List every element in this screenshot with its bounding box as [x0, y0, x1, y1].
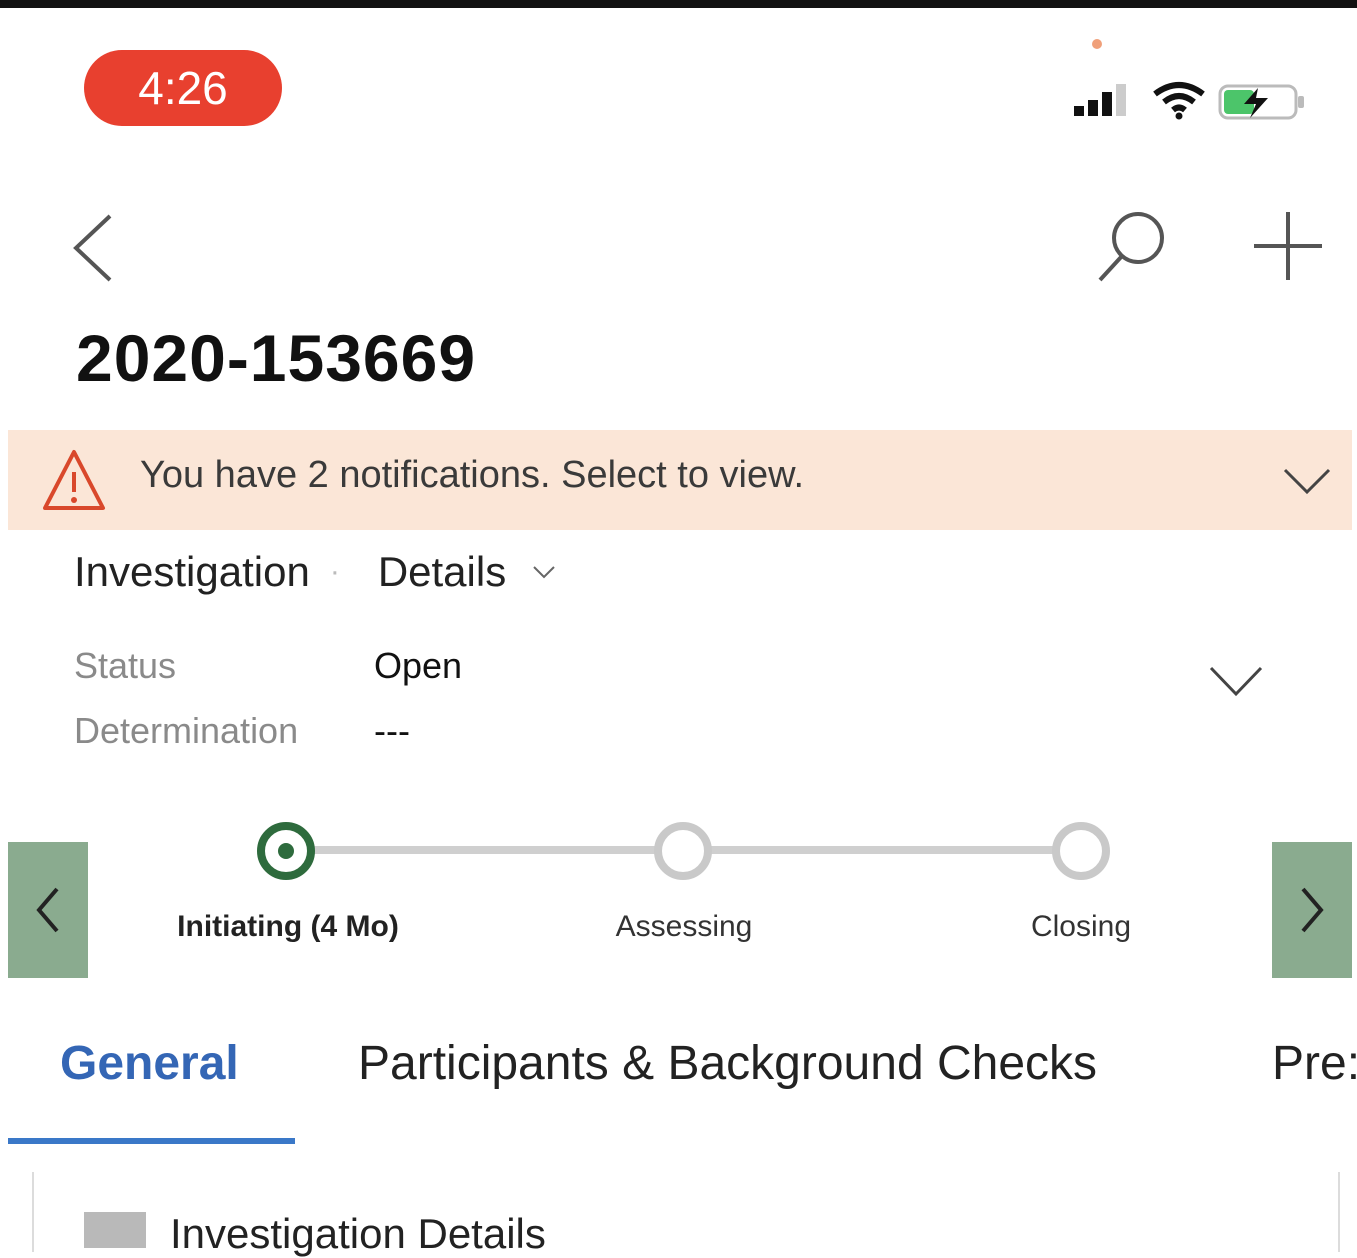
status-time: 4:26: [84, 50, 282, 126]
form-tabs: General Participants & Background Checks…: [8, 1030, 1357, 1150]
section-title: Investigation Details: [170, 1210, 546, 1257]
device-top-edge: [0, 0, 1357, 8]
header-fields-expand-chevron-icon[interactable]: [1208, 664, 1264, 698]
privacy-indicator-dot: [1092, 39, 1102, 49]
tab-participants-background-checks[interactable]: Participants & Background Checks: [358, 1036, 1097, 1091]
stage-initiating-indicator[interactable]: [257, 822, 315, 880]
cellular-signal-icon: [1074, 84, 1126, 116]
notification-text: You have 2 notifications. Select to view…: [140, 454, 805, 496]
chevron-right-icon: [1301, 887, 1324, 933]
back-chevron-icon[interactable]: [66, 210, 122, 286]
stage-closing-label[interactable]: Closing: [1031, 910, 1131, 944]
section-icon: [84, 1212, 146, 1248]
tab-general[interactable]: General: [60, 1036, 239, 1091]
determination-label: Determination: [74, 710, 299, 751]
warning-icon: [43, 450, 105, 510]
command-bar: [0, 190, 1357, 300]
wifi-icon: [1153, 82, 1205, 120]
business-process-flow: Initiating (4 Mo) Assessing Closing: [8, 822, 1352, 978]
status-value: Open: [374, 645, 463, 686]
record-title: 2020-153669: [76, 321, 477, 395]
chevron-down-icon[interactable]: [1282, 466, 1332, 496]
active-tab-indicator: [8, 1138, 295, 1144]
section-card: Investigation Details: [32, 1172, 1340, 1257]
determination-value: ---: [374, 710, 410, 751]
status-label: Status: [74, 645, 177, 686]
process-previous-button[interactable]: [8, 842, 88, 978]
battery-charging-icon: [1218, 84, 1304, 120]
entity-name: Investigation: [74, 548, 310, 595]
separator-dot: ·: [329, 555, 340, 588]
form-header: Investigation · Details: [74, 548, 556, 596]
stage-closing-indicator[interactable]: [1052, 822, 1110, 880]
chevron-left-icon: [36, 887, 59, 933]
form-selector-chevron-icon[interactable]: [532, 564, 556, 580]
new-record-plus-icon[interactable]: [1250, 208, 1326, 284]
stage-assessing-label[interactable]: Assessing: [616, 910, 753, 944]
process-next-button[interactable]: [1272, 842, 1352, 978]
stage-initiating-label[interactable]: Initiating (4 Mo): [177, 910, 399, 944]
device-status-bar: 4:26: [8, 8, 1352, 158]
form-selector[interactable]: Details: [378, 548, 506, 596]
search-icon[interactable]: [1094, 208, 1170, 284]
tab-truncated[interactable]: Pre:: [1272, 1036, 1357, 1091]
stage-assessing-indicator[interactable]: [654, 822, 712, 880]
notification-banner[interactable]: You have 2 notifications. Select to view…: [8, 430, 1352, 530]
